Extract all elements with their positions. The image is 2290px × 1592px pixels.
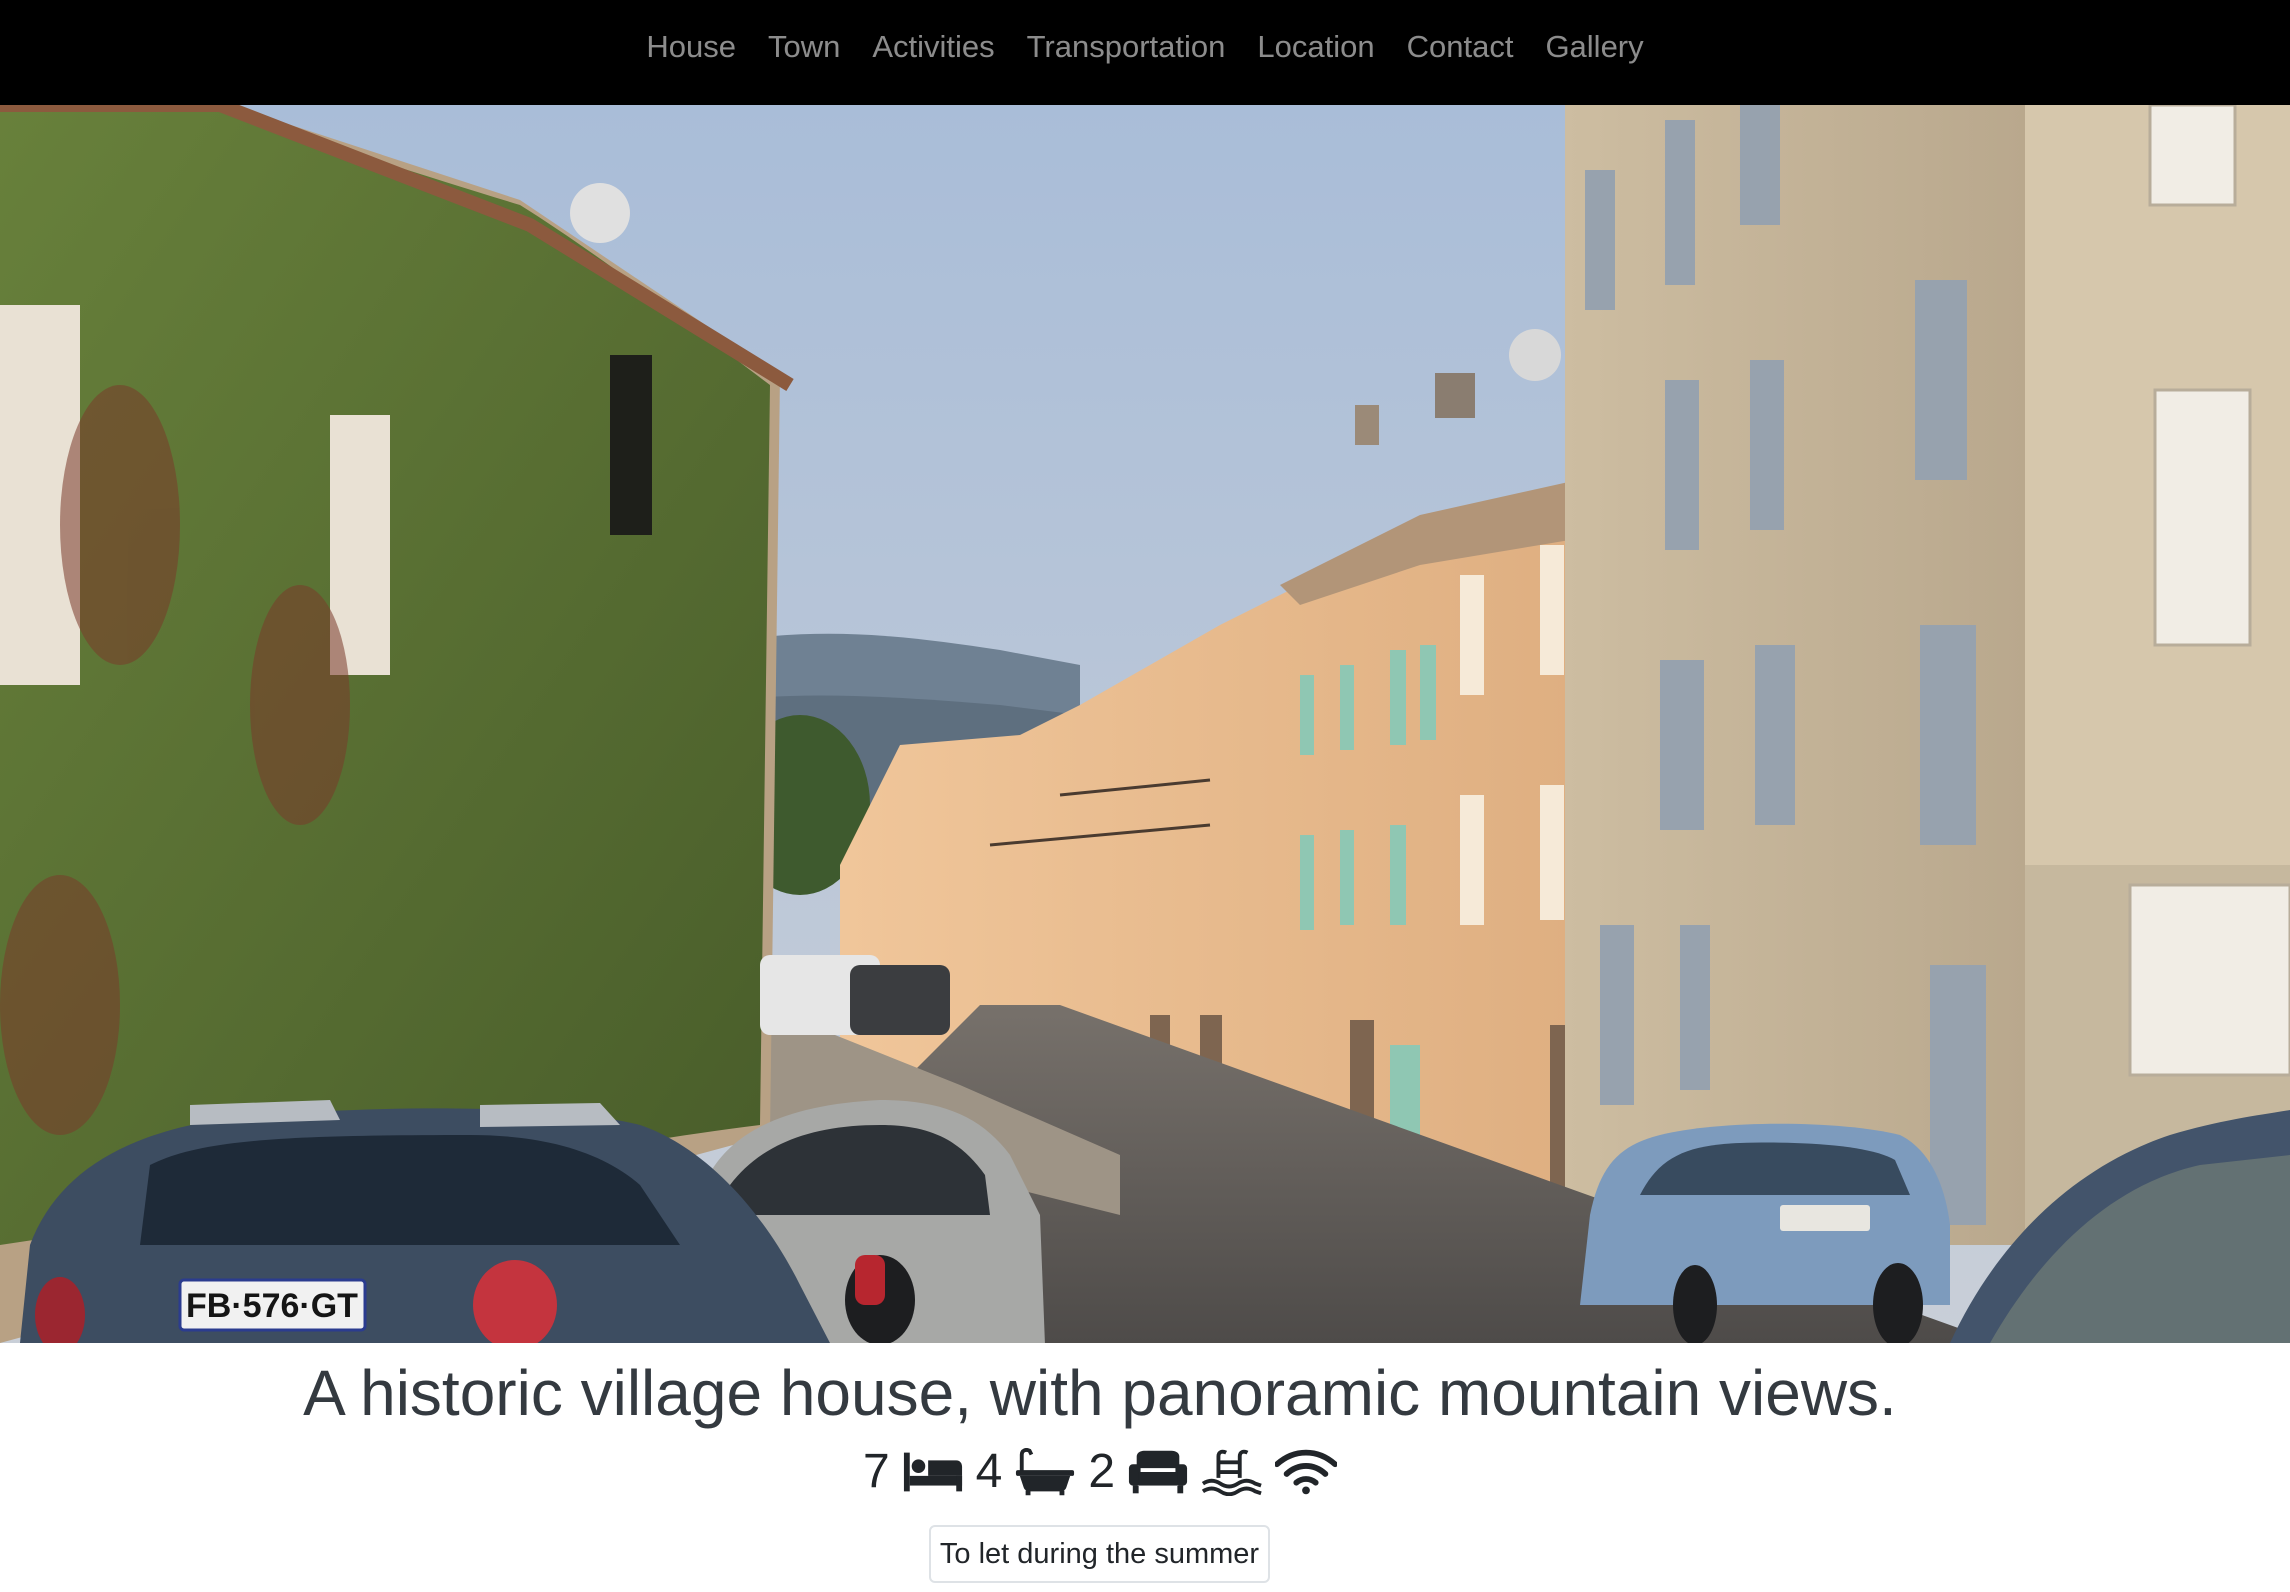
bath-icon [1014,1448,1076,1496]
page-headline: A historic village house, with panoramic… [303,1357,1897,1429]
nav-menu: House Town Activities Transportation Loc… [630,31,1659,62]
sofa-icon [1127,1448,1189,1496]
status-badge: To let during the summer [929,1525,1270,1583]
nav-link-location[interactable]: Location [1241,29,1390,64]
amenities-row: 7 4 2 [0,1448,2200,1496]
hero-photo: FB·576·GT [0,105,2290,1343]
bed-icon [902,1448,964,1496]
wifi-icon [1275,1448,1338,1496]
bedroom-count: 7 [862,1445,890,1498]
svg-text:FB·576·GT: FB·576·GT [186,1287,358,1325]
nav-link-gallery[interactable]: Gallery [1529,29,1659,64]
pool-icon [1201,1448,1263,1496]
nav-link-town[interactable]: Town [752,29,856,64]
nav-link-transportation[interactable]: Transportation [1011,29,1242,64]
top-navbar: House Town Activities Transportation Loc… [0,0,2290,105]
bathroom-count: 4 [975,1445,1003,1498]
living-room-count: 2 [1088,1445,1116,1498]
nav-link-contact[interactable]: Contact [1391,29,1530,64]
nav-link-activities[interactable]: Activities [856,29,1010,64]
nav-link-house[interactable]: House [630,29,752,64]
